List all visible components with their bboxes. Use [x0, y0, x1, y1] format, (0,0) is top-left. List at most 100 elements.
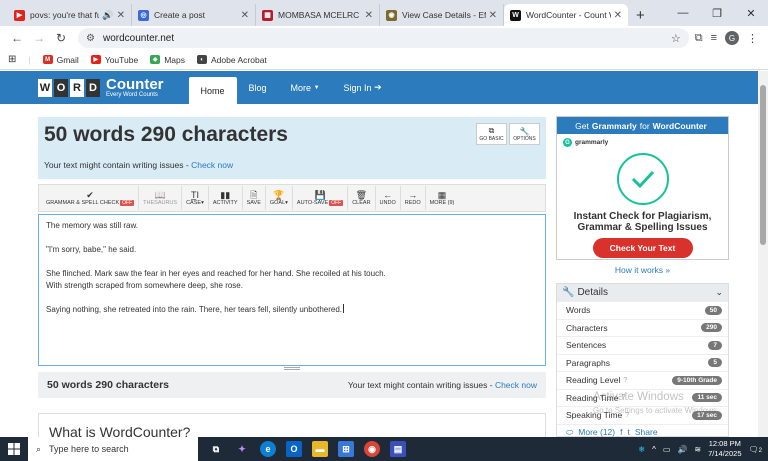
- forward-icon[interactable]: →: [28, 31, 50, 45]
- close-tab-icon[interactable]: ✕: [489, 10, 497, 21]
- details-header[interactable]: 🔧 Details ⌄: [557, 284, 728, 301]
- more-details-link[interactable]: More (12): [578, 427, 615, 437]
- bookmark-adobe-acrobat[interactable]: ◐ Adobe Acrobat: [197, 55, 267, 65]
- browser-tab[interactable]: ▦ MOMBASA MCELRC NO. 11 ✕: [256, 4, 380, 26]
- more-tools-button[interactable]: ▦ MORE (9): [426, 186, 459, 210]
- share-link[interactable]: Share: [635, 427, 658, 437]
- go-basic-button[interactable]: ⧉ GO BASIC: [476, 123, 507, 145]
- bookmark-gmail[interactable]: M Gmail: [42, 55, 79, 65]
- activity-button[interactable]: ▮▮ ACTIVITY: [209, 186, 243, 210]
- extensions-icon[interactable]: ⧉: [695, 32, 703, 45]
- case-button[interactable]: T̲I CASE▾: [182, 186, 209, 210]
- taskbar-pinned-apps: ⧉ ✦ e O ▬ ⊞ ◉ ▤: [208, 441, 406, 457]
- clock[interactable]: 12:08 PM 7/14/2025: [708, 439, 741, 459]
- facebook-icon[interactable]: f: [620, 427, 622, 437]
- text-editor[interactable]: The memory was still raw. "I'm sorry, ba…: [38, 214, 546, 366]
- undo-button[interactable]: ← UNDO: [376, 186, 401, 210]
- wifi-icon[interactable]: ≋: [694, 445, 701, 454]
- maximize-icon[interactable]: ❐: [700, 0, 734, 26]
- caret-down-icon: ▼: [313, 84, 320, 91]
- browser-tab[interactable]: ◎ Create a post ✕: [132, 4, 256, 26]
- bookmarks-bar: ⊞ | M Gmail ▶ YouTube ◆ Maps ◐ Adobe Acr…: [0, 50, 768, 70]
- file-explorer-icon[interactable]: ▬: [312, 441, 328, 457]
- auto-save-button[interactable]: 💾 AUTO-SAVE OFF: [293, 186, 349, 210]
- bookmark-star-icon[interactable]: ☆: [671, 32, 681, 45]
- options-button[interactable]: 🔧 OPTIONS: [509, 123, 540, 145]
- counter-footer: 50 words 290 characters Your text might …: [38, 372, 546, 398]
- bar-chart-icon: ▮▮: [220, 190, 231, 200]
- adobe-icon: ◐: [197, 55, 208, 64]
- thesaurus-button[interactable]: 📖 THESAURUS: [139, 186, 183, 210]
- reload-icon[interactable]: ↻: [50, 31, 72, 45]
- save-button[interactable]: 🗎 SAVE: [243, 186, 266, 210]
- goal-button[interactable]: 🏆 GOAL▾: [266, 186, 293, 210]
- copilot-icon[interactable]: ✦: [234, 441, 250, 457]
- system-tray: ❄ ^ ▭ 🔊 ≋ 12:08 PM 7/14/2025 🗨2: [638, 439, 768, 459]
- apps-icon[interactable]: ⊞: [8, 54, 16, 65]
- wrench-icon: 🔧: [519, 126, 530, 136]
- nav-more[interactable]: More ▼: [279, 71, 332, 104]
- close-tab-icon[interactable]: ✕: [365, 10, 373, 21]
- youtube-icon: ▶: [90, 55, 101, 64]
- close-tab-icon[interactable]: ✕: [241, 10, 249, 21]
- speaker-icon[interactable]: 🔊: [102, 10, 113, 21]
- address-bar-row: ← → ↻ ⚙ wordcounter.net ☆ ⧉ ≡ G ⋮: [0, 26, 768, 50]
- undo-arrow-icon: ←: [383, 190, 393, 200]
- site-info-icon[interactable]: ⚙: [86, 33, 95, 44]
- media-icon[interactable]: ≡: [711, 32, 717, 44]
- browser-tab[interactable]: ◉ View Case Details - Efiling ✕: [380, 4, 504, 26]
- network-icon[interactable]: ▭: [663, 445, 671, 454]
- check-now-link[interactable]: Check now: [495, 380, 537, 390]
- weather-icon[interactable]: ❄: [638, 445, 645, 454]
- bookmark-youtube[interactable]: ▶ YouTube: [90, 55, 138, 65]
- nav-blog[interactable]: Blog: [237, 71, 279, 104]
- grammarly-ad[interactable]: Get Grammarly for WordCounter G grammarly I…: [556, 116, 729, 260]
- chevron-down-icon[interactable]: ⌄: [715, 287, 723, 298]
- store-icon[interactable]: ⊞: [338, 441, 354, 457]
- browser-tab-active[interactable]: W WordCounter - Count Words ✕: [504, 4, 628, 26]
- check-your-text-button[interactable]: Check Your Text: [592, 238, 693, 258]
- help-icon[interactable]: ?: [623, 377, 627, 384]
- notifications-icon[interactable]: 🗨2: [749, 445, 763, 454]
- clear-button[interactable]: 🗑 CLEAR: [348, 186, 376, 210]
- site-header: W O R D Counter Every Word Counts Home B…: [0, 71, 758, 104]
- site-icon: ▦: [262, 9, 273, 21]
- browser-tab[interactable]: ▶ povs: you're that future 🔊 ✕: [8, 4, 132, 26]
- nav-home[interactable]: Home: [188, 77, 237, 104]
- chevron-up-icon[interactable]: ^: [652, 445, 656, 454]
- redo-button[interactable]: → REDO: [401, 186, 426, 210]
- edge-icon[interactable]: e: [260, 441, 276, 457]
- back-icon[interactable]: ←: [6, 31, 28, 45]
- check-circle-icon: [616, 153, 669, 205]
- new-tab-icon[interactable]: +: [628, 4, 653, 26]
- grammar-check-button[interactable]: ✔ GRAMMAR & SPELL CHECK OFF: [42, 186, 140, 210]
- bookmark-maps[interactable]: ◆ Maps: [150, 55, 185, 65]
- profile-avatar[interactable]: G: [725, 31, 739, 45]
- page-scrollbar[interactable]: [758, 71, 768, 437]
- check-now-link[interactable]: Check now: [191, 160, 233, 170]
- windows-start-icon[interactable]: [0, 437, 28, 461]
- url-input[interactable]: ⚙ wordcounter.net ☆: [78, 28, 689, 48]
- minimize-icon[interactable]: —: [666, 0, 700, 26]
- task-view-icon[interactable]: ⧉: [208, 441, 224, 457]
- gmail-icon: M: [42, 55, 53, 64]
- close-tab-icon[interactable]: ✕: [614, 10, 622, 21]
- nav-sign-in[interactable]: Sign In ➔: [332, 71, 394, 104]
- outlook-icon[interactable]: O: [286, 441, 302, 457]
- window-controls: — ❐ ✕: [666, 0, 768, 26]
- app-icon[interactable]: ▤: [390, 441, 406, 457]
- site-logo[interactable]: W O R D Counter Every Word Counts: [38, 77, 164, 98]
- menu-icon[interactable]: ⋮: [747, 32, 758, 45]
- chrome-icon[interactable]: ◉: [364, 441, 380, 457]
- redo-arrow-icon: →: [408, 190, 418, 200]
- how-it-works-link[interactable]: How it works »: [556, 265, 729, 275]
- grid-icon: ▦: [437, 190, 447, 200]
- twitter-icon[interactable]: t: [627, 427, 629, 437]
- volume-icon[interactable]: 🔊: [677, 445, 687, 454]
- taskbar-search-input[interactable]: ⌕ Type here to search: [28, 437, 198, 461]
- resize-handle[interactable]: [284, 367, 300, 370]
- sign-in-icon: ➔: [374, 82, 382, 92]
- close-tab-icon[interactable]: ✕: [117, 10, 125, 21]
- scrollbar-thumb[interactable]: [760, 85, 766, 245]
- close-window-icon[interactable]: ✕: [734, 0, 768, 26]
